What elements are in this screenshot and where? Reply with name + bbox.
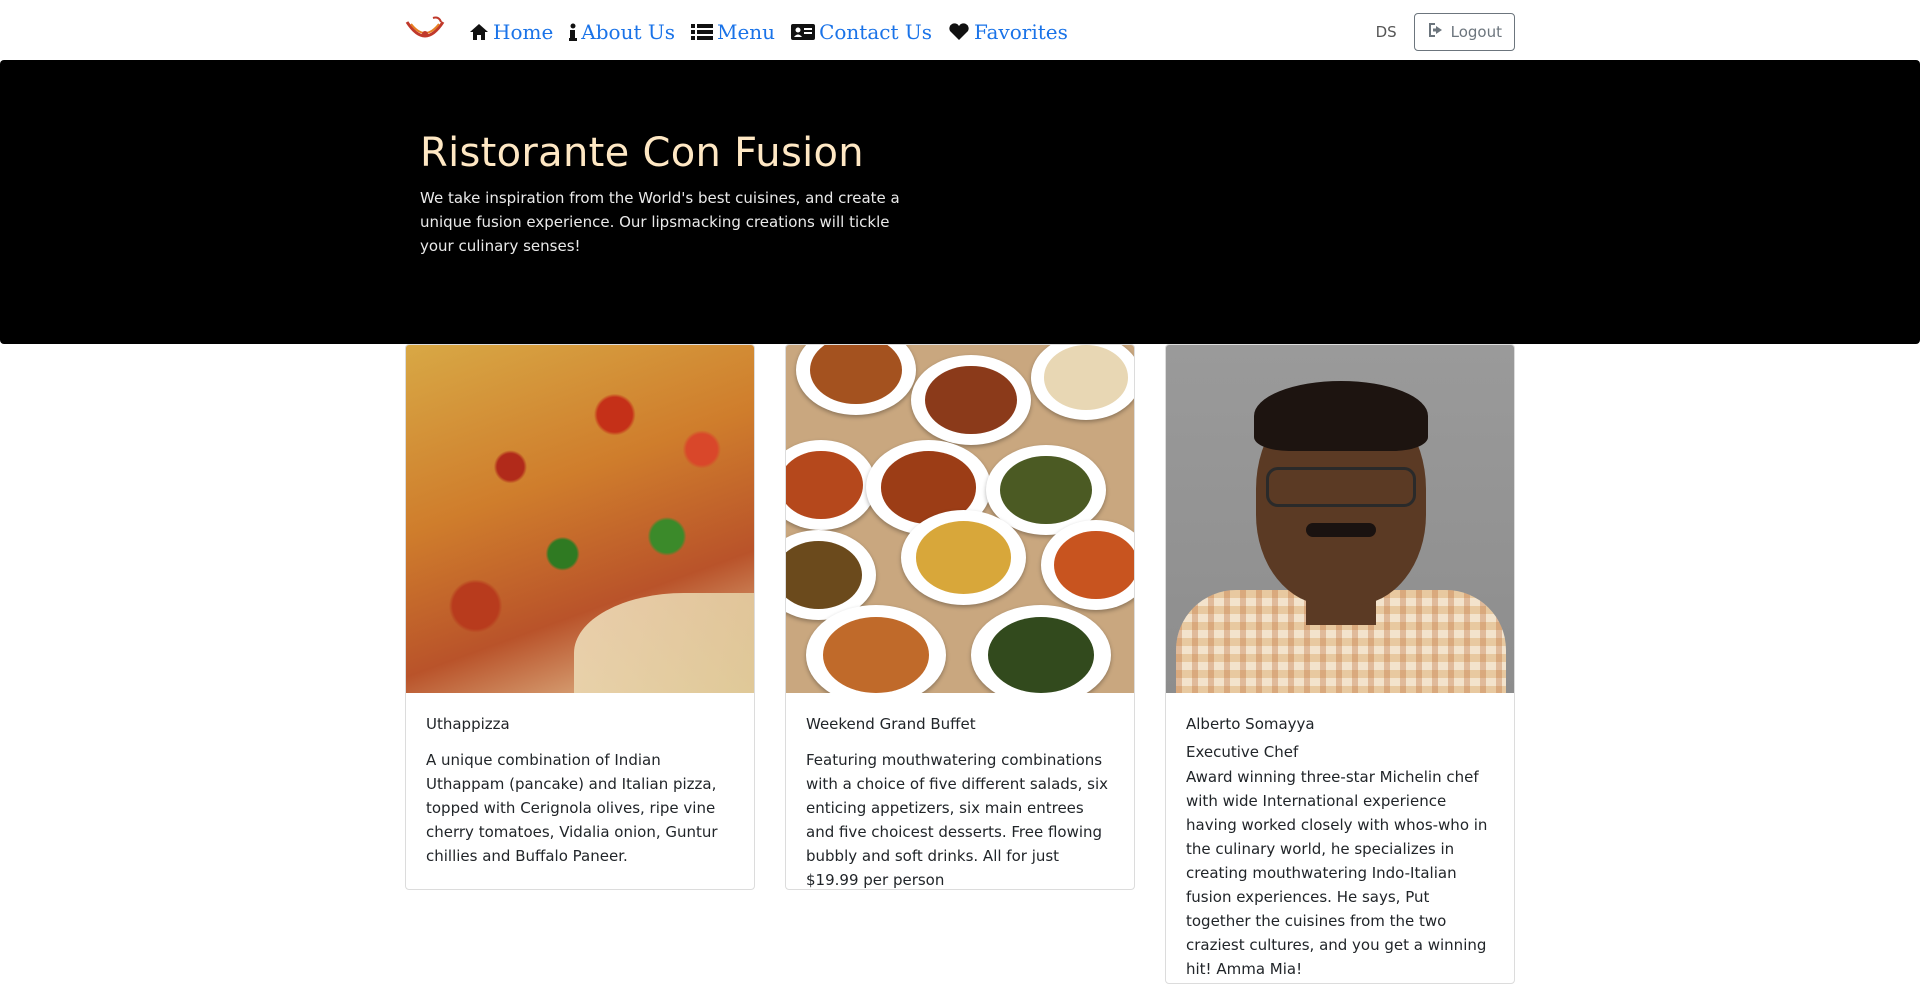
card-description: A unique combination of Indian Uthappam … bbox=[426, 751, 718, 865]
chef-photo bbox=[1166, 345, 1514, 693]
buffet-image bbox=[786, 345, 1134, 693]
sign-out-icon bbox=[1427, 22, 1445, 42]
nav-menu-link[interactable]: Menu bbox=[690, 20, 776, 44]
nav-user-area: DS Logout bbox=[1376, 13, 1515, 51]
hero-description: We take inspiration from the World's bes… bbox=[420, 189, 900, 255]
nav-favorites-link[interactable]: Favorites bbox=[948, 20, 1068, 44]
card-description: Featuring mouthwatering combinations wit… bbox=[806, 751, 1109, 889]
leader-card: Alberto Somayya Executive Chef Award win… bbox=[1165, 344, 1515, 984]
heart-icon bbox=[948, 23, 970, 41]
dish-card: Uthappizza A unique combination of India… bbox=[405, 344, 755, 890]
card-title: Weekend Grand Buffet bbox=[806, 715, 976, 733]
nav-links: Home About Us Menu Contact Us Favorites bbox=[469, 20, 1084, 44]
nav-contact-link[interactable]: Contact Us bbox=[791, 20, 932, 44]
hero-title: Ristorante Con Fusion bbox=[420, 130, 864, 176]
card-description: Award winning three-star Michelin chef w… bbox=[1186, 768, 1488, 978]
nav-home-label: Home bbox=[493, 20, 554, 44]
card-body: Weekend Grand Buffet Featuring mouthwate… bbox=[786, 693, 1134, 889]
info-icon bbox=[569, 23, 578, 41]
card-subtitle: Executive Chef bbox=[1186, 743, 1299, 761]
address-card-icon bbox=[791, 23, 816, 41]
logout-button[interactable]: Logout bbox=[1413, 13, 1515, 51]
card-body: Uthappizza A unique combination of India… bbox=[406, 693, 754, 868]
nav-about-link[interactable]: About Us bbox=[569, 20, 675, 44]
logout-label: Logout bbox=[1450, 23, 1502, 41]
nav-about-label: About Us bbox=[581, 20, 675, 44]
card-body: Alberto Somayya Executive Chef Award win… bbox=[1166, 693, 1514, 981]
nav-menu-label: Menu bbox=[716, 20, 776, 44]
uthappizza-image bbox=[406, 345, 754, 693]
home-icon bbox=[469, 23, 489, 41]
card-title: Uthappizza bbox=[426, 715, 510, 733]
list-icon bbox=[690, 23, 713, 41]
ristorante-logo[interactable] bbox=[403, 14, 447, 48]
nav-favorites-label: Favorites bbox=[973, 20, 1068, 44]
navbar: Home About Us Menu Contact Us Favorites bbox=[0, 0, 1920, 60]
featured-cards: Uthappizza A unique combination of India… bbox=[405, 344, 1515, 984]
nav-contact-label: Contact Us bbox=[819, 20, 932, 44]
user-initials: DS bbox=[1375, 23, 1397, 41]
nav-home-link[interactable]: Home bbox=[469, 20, 553, 44]
card-title: Alberto Somayya bbox=[1186, 715, 1315, 733]
promotion-card: Weekend Grand Buffet Featuring mouthwate… bbox=[785, 344, 1135, 890]
hero-banner: Ristorante Con Fusion We take inspiratio… bbox=[0, 60, 1920, 344]
